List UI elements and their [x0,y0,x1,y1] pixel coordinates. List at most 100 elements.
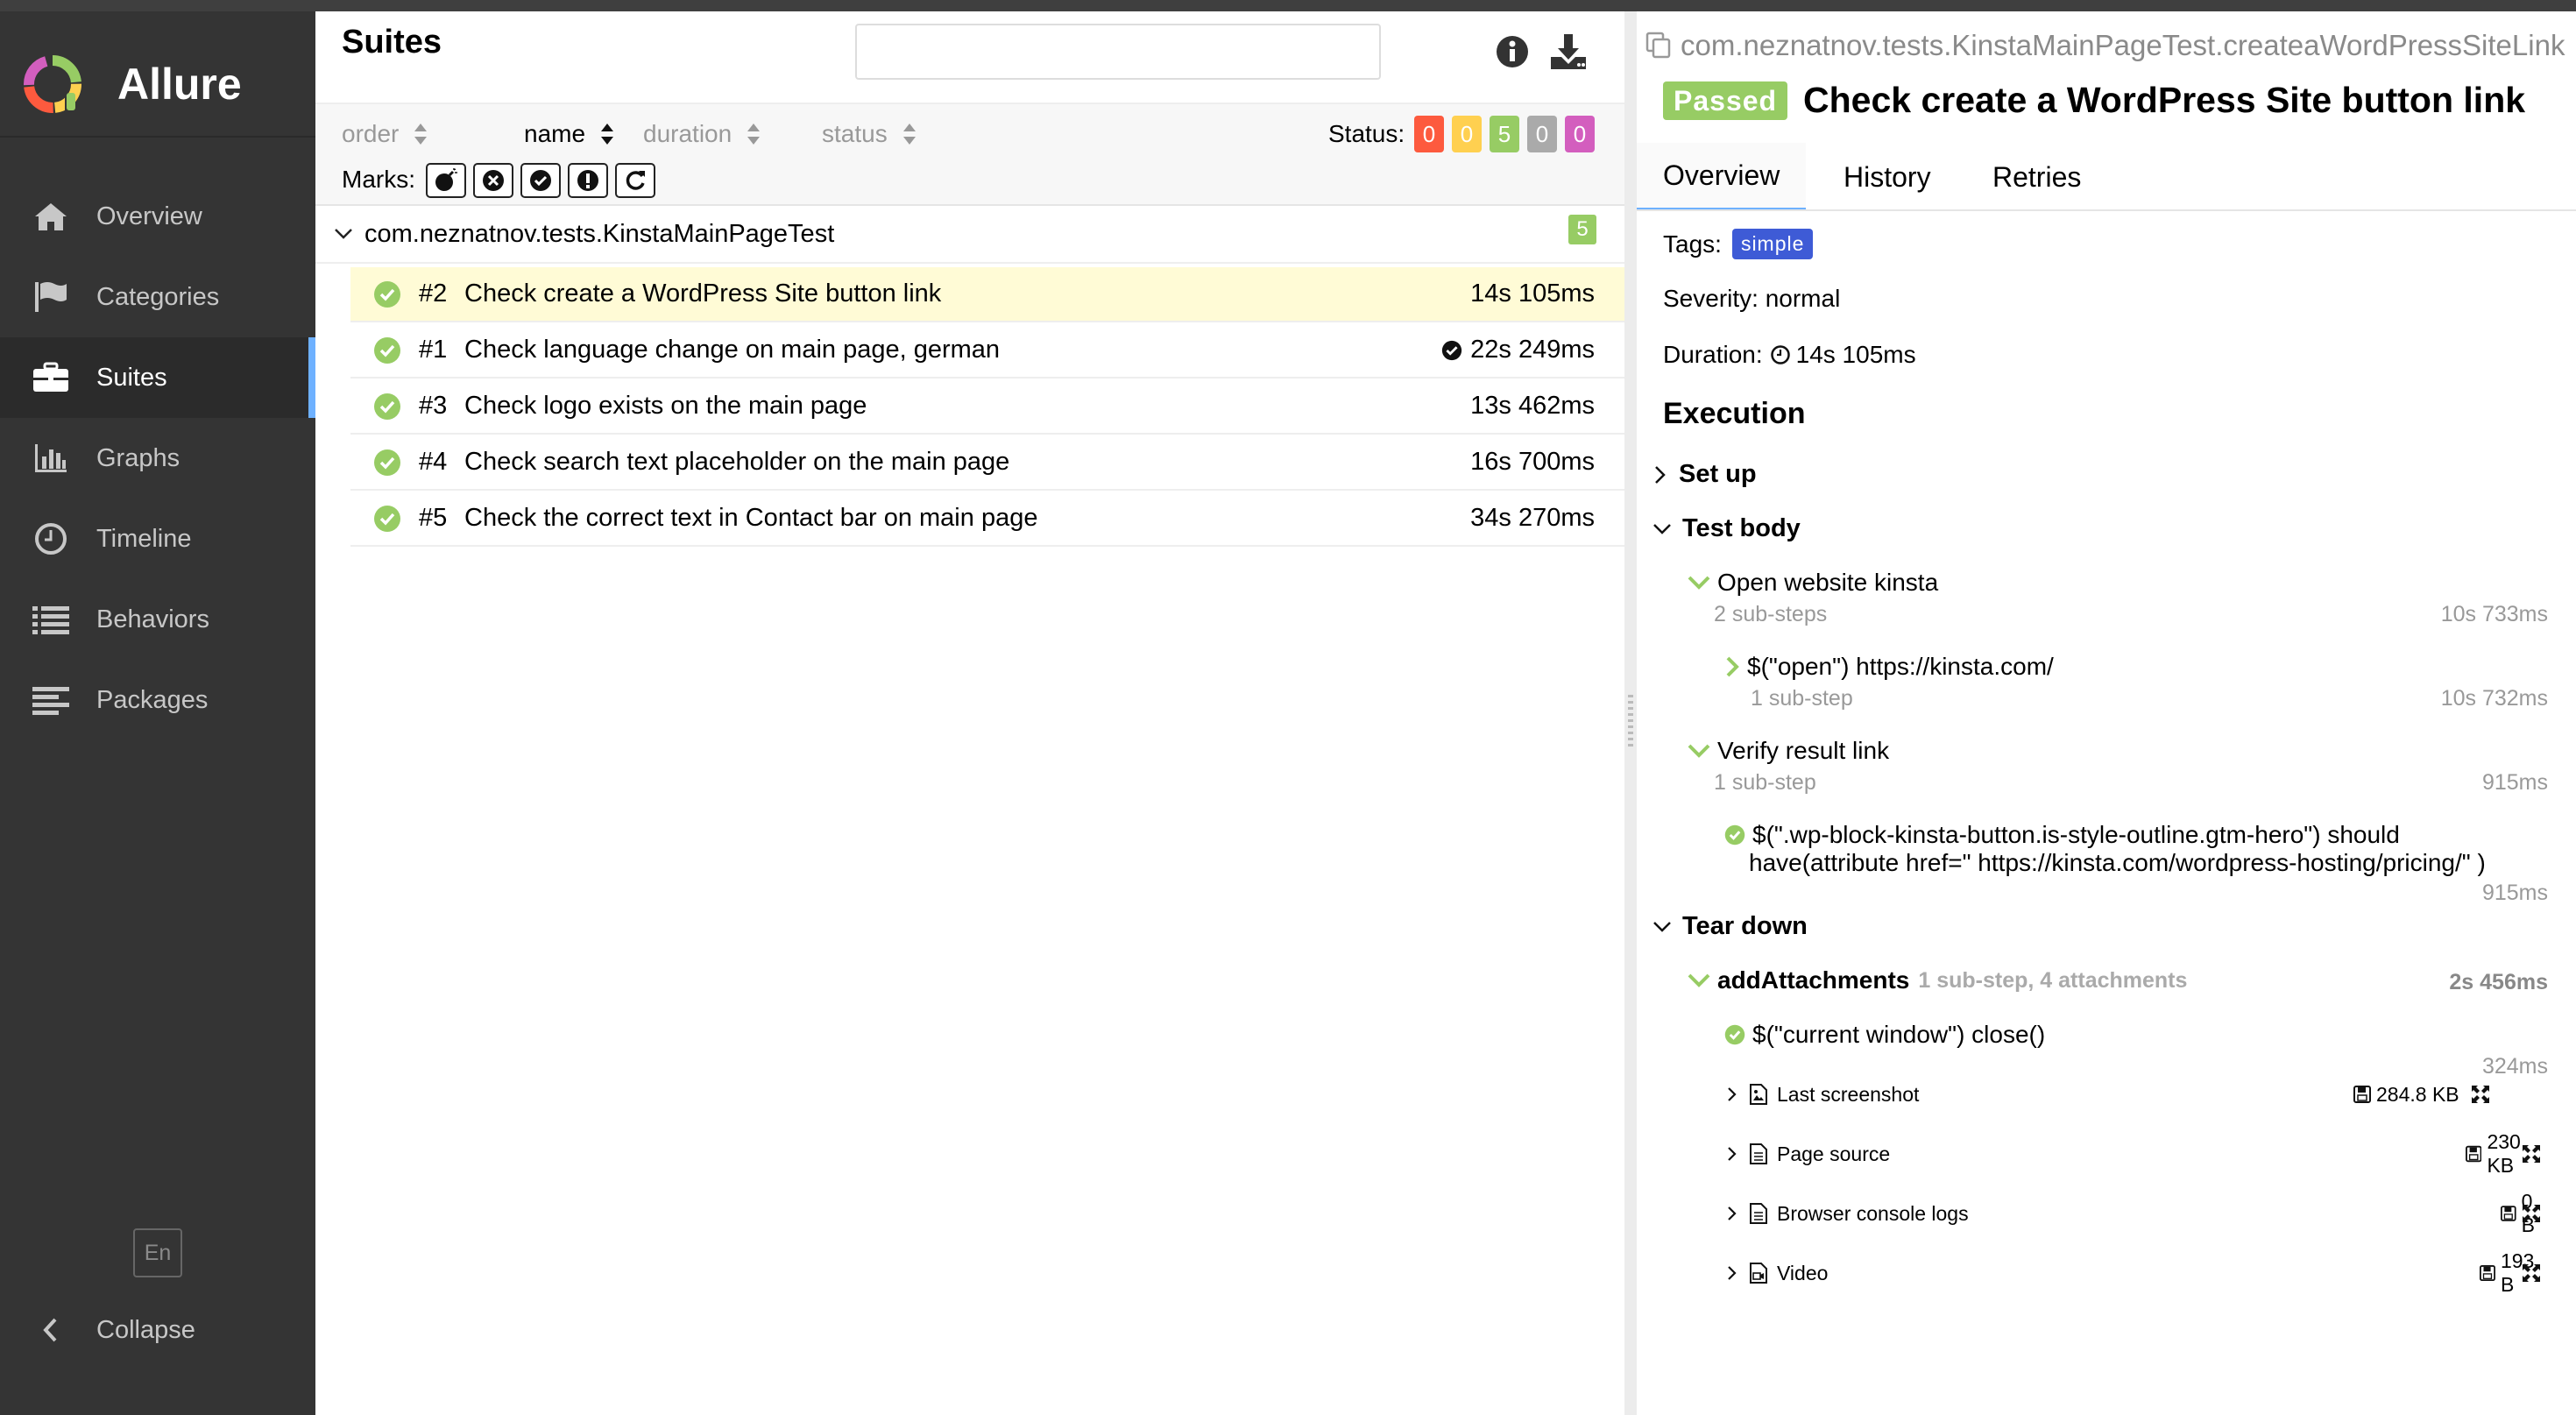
new-passed-mark-icon [1441,340,1462,360]
mark-new-passed-button[interactable] [520,163,561,198]
clock-icon [32,520,70,558]
test-full-name[interactable]: com.neznatnov.tests.KinstaMainPageTest.c… [1645,29,2565,62]
chevron-right-icon [1728,1206,1737,1220]
mark-new-broken-button[interactable] [568,163,608,198]
collapse-button[interactable]: Collapse [0,1299,315,1361]
step-substeps: 1 sub-step, 4 attachments [1918,967,2188,993]
status-failed-count[interactable]: 0 [1414,116,1444,152]
step-open-website[interactable]: Open website kinsta [1688,569,1938,597]
copy-icon[interactable] [1645,32,1672,60]
mark-flaky-button[interactable] [426,163,466,198]
attachment-row[interactable]: Last screenshot 284.8 KB [1724,1077,2548,1112]
passed-status-icon [374,393,400,420]
attachment-row[interactable]: Video 193 B [1724,1249,2548,1296]
home-icon [32,197,70,236]
chevron-right-icon [1655,465,1666,484]
info-icon[interactable] [1495,34,1530,69]
test-number: #5 [419,504,448,532]
test-row[interactable]: #3 Check logo exists on the main page 13… [350,379,1624,435]
mark-retries-button[interactable] [615,163,655,198]
sidebar-divider [0,136,315,138]
step-substeps: 1 sub-step [1751,686,1853,711]
test-name: Check the correct text in Contact bar on… [464,504,1038,532]
mark-new-failed-button[interactable] [473,163,513,198]
step-verify-result[interactable]: Verify result link [1688,737,1889,765]
status-broken-count[interactable]: 0 [1452,116,1482,152]
suite-group-row[interactable]: com.neznatnov.tests.KinstaMainPageTest [315,206,1624,264]
step-name: addAttachments [1717,966,1910,994]
tab-retries[interactable]: Retries [1966,143,2107,211]
sort-icon [747,124,761,145]
sidebar: Allure Overview Categories Suites Graphs… [0,11,315,1415]
step-time: 2s 456ms [2449,970,2548,994]
attachment-row[interactable]: Browser console logs 0 B [1724,1190,2548,1236]
step-should-have-continued: have(attribute href=" https://kinsta.com… [1749,849,2486,876]
sidebar-item-label: Timeline [96,524,192,553]
tags-label: Tags: [1663,230,1722,258]
step-name: $("open") https://kinsta.com/ [1747,653,2054,680]
brand[interactable]: Allure [21,42,242,126]
chevron-down-green-icon [1688,576,1710,590]
suite-group-name: com.neznatnov.tests.KinstaMainPageTest [364,219,835,248]
status-unknown-count[interactable]: 0 [1565,116,1595,152]
attachment-size-value: 284.8 KB [2376,1082,2459,1106]
status-skipped-count[interactable]: 0 [1527,116,1557,152]
chevron-down-icon [1653,523,1671,534]
tags-row: Tags: simple [1663,229,1814,259]
sidebar-item-overview[interactable]: Overview [0,176,315,257]
window-top-bar [0,0,2576,11]
test-name: Check search text placeholder on the mai… [464,448,1010,476]
tag-badge[interactable]: simple [1731,229,1814,259]
test-row[interactable]: #4 Check search text placeholder on the … [350,435,1624,491]
test-title: Check create a WordPress Site button lin… [1803,80,2526,120]
expand-icon[interactable] [2520,1202,2543,1225]
sidebar-item-graphs[interactable]: Graphs [0,418,315,499]
teardown-section[interactable]: Tear down [1652,912,1808,941]
test-row[interactable]: #5 Check the correct text in Contact bar… [350,492,1624,547]
sort-status[interactable]: status [822,110,917,159]
sort-name[interactable]: name [524,110,615,159]
language-button[interactable]: En [133,1228,182,1277]
text-file-icon [1750,1203,1767,1224]
search-input[interactable] [855,24,1381,80]
sort-duration[interactable]: duration [643,110,761,159]
image-file-icon [1750,1084,1767,1105]
setup-section[interactable]: Set up [1652,460,1757,489]
sidebar-item-packages[interactable]: Packages [0,660,315,740]
pane-splitter[interactable] [1624,11,1637,1415]
sort-order[interactable]: order [342,110,428,159]
sidebar-item-suites[interactable]: Suites [0,337,315,418]
tab-history[interactable]: History [1817,143,1957,211]
sidebar-item-categories[interactable]: Categories [0,257,315,337]
step-open-url[interactable]: $("open") https://kinsta.com/ [1724,653,2054,681]
section-title: Tear down [1682,912,1808,940]
test-body-section[interactable]: Test body [1652,514,1801,543]
expand-icon[interactable] [2469,1083,2492,1106]
times-circle-icon [483,170,504,191]
attachment-size: 284.8 KB [2353,1083,2459,1107]
chevron-down-icon [1653,921,1671,932]
status-passed-count[interactable]: 5 [1490,116,1519,152]
step-close-window: $("current window") close() [1724,1021,2045,1049]
sidebar-item-timeline[interactable]: Timeline [0,499,315,579]
attachment-name: Video [1777,1261,1829,1284]
attachment-name: Last screenshot [1777,1082,1920,1106]
test-row[interactable]: #1 Check language change on main page, g… [350,323,1624,379]
test-name: Check create a WordPress Site button lin… [464,279,942,308]
sidebar-item-behaviors[interactable]: Behaviors [0,579,315,660]
test-number: #4 [419,448,448,476]
step-add-attachments[interactable]: addAttachments 1 sub-step, 4 attachments [1688,966,2187,994]
status-filter-label: Status: [1328,120,1405,147]
expand-icon[interactable] [2520,1143,2543,1165]
expand-icon[interactable] [2520,1262,2543,1284]
download-icon[interactable] [1549,32,1588,71]
test-row[interactable]: #2 Check create a WordPress Site button … [350,267,1624,322]
status-badge: Passed [1663,81,1788,120]
flag-icon [32,278,70,316]
tab-overview[interactable]: Overview [1637,143,1807,211]
splitter-grip[interactable] [1628,695,1633,747]
exclamation-circle-icon [577,170,598,191]
attachment-row[interactable]: Page source 230 KB [1724,1130,2548,1177]
save-icon [2501,1206,2516,1221]
passed-status-icon [374,280,400,308]
